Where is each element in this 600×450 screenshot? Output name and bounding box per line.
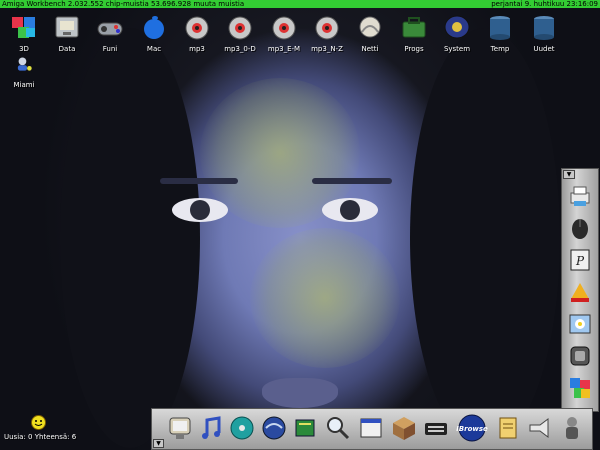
desktop-icon-data[interactable]: Data: [45, 14, 89, 53]
mouse-icon[interactable]: [567, 215, 593, 241]
right-dock: ▼ P: [561, 168, 599, 412]
magnifier-icon[interactable]: [324, 414, 352, 442]
apple-icon: [144, 16, 164, 39]
speaker-disk-icon: [315, 16, 339, 40]
printer-icon[interactable]: [567, 183, 593, 209]
backdrop-lips: [262, 378, 338, 408]
desktop-icon-label: 3D: [19, 45, 29, 53]
ball-icon[interactable]: [260, 414, 288, 442]
desktop-icon-mp3-e-m[interactable]: mp3_E-M: [262, 14, 306, 53]
bottom-dock-menu-arrow[interactable]: ▼: [153, 439, 164, 448]
speaker-disk-icon: [228, 16, 252, 40]
character-icon[interactable]: [558, 414, 586, 442]
desktop-icon-label: Uudet: [533, 45, 555, 53]
picture-viewer-icon[interactable]: [567, 311, 593, 337]
monitor-icon[interactable]: [166, 414, 194, 442]
toolbox-icon: [402, 17, 426, 38]
smiley-icon[interactable]: [31, 415, 46, 430]
trash-can-icon: [490, 16, 510, 40]
desktop-icon-label: Netti: [361, 45, 379, 53]
system-drive-icon: [444, 15, 470, 39]
desktop-icon-mac[interactable]: Mac: [132, 14, 176, 53]
backdrop-brow: [160, 178, 238, 184]
cubes-app-icon[interactable]: [567, 375, 593, 401]
window-icon[interactable]: [357, 414, 385, 442]
desktop-icon-label: mp3_E-M: [267, 45, 301, 53]
notepad-icon[interactable]: [494, 414, 522, 442]
desktop-icon-miami[interactable]: Miami: [2, 56, 46, 89]
network-user-icon: [17, 57, 32, 71]
desktop-icon-progs[interactable]: Progs: [392, 14, 436, 53]
mail-status: Uusia: 0 Yhteensä: 6: [4, 433, 77, 441]
screen-title-bar[interactable]: Amiga Workbench 2.032.552 chip-muistia 5…: [0, 0, 600, 8]
speaker-disk-icon: [272, 16, 296, 40]
desktop-icon-mp3[interactable]: mp3: [175, 14, 219, 53]
desktop-icon-label: Miami: [13, 81, 35, 89]
backdrop-eye: [172, 198, 228, 222]
speaker-disk-icon: [185, 16, 209, 40]
3d-cubes-icon: [12, 17, 35, 38]
cd-icon[interactable]: [228, 414, 256, 442]
desktop-backdrop: [0, 8, 600, 450]
ibrowse-label: IBrowse: [456, 425, 488, 433]
desktop-icon-mp3-n-z[interactable]: mp3_N-Z: [305, 14, 349, 53]
memory-status: Amiga Workbench 2.032.552 chip-muistia 5…: [2, 0, 245, 8]
desktop-icon-label: mp3_0-D: [224, 45, 256, 53]
data-drawer-icon: [55, 16, 79, 38]
gamepad-icon: [97, 22, 123, 36]
desktop-icon-label: System: [443, 45, 471, 53]
desktop-icon-label: Progs: [404, 45, 424, 53]
desktop-icon-temp[interactable]: Temp: [478, 14, 522, 53]
trash-can-icon: [534, 16, 554, 40]
desktop-icon-label: mp3: [189, 45, 205, 53]
svg-text:P: P: [575, 254, 585, 268]
desktop-icon-funi[interactable]: Funi: [88, 14, 132, 53]
desktop-icon-label: Data: [58, 45, 76, 53]
music-note-icon[interactable]: [197, 414, 225, 442]
backdrop-hair-right: [410, 28, 560, 448]
globe-hand-icon: [359, 16, 381, 38]
right-dock-menu-arrow[interactable]: ▼: [563, 170, 575, 179]
ibrowse-icon[interactable]: IBrowse: [454, 414, 490, 442]
desktop-icon-system[interactable]: System: [435, 14, 479, 53]
backdrop-hair-left: [60, 28, 200, 448]
megaphone-icon[interactable]: [526, 414, 554, 442]
desktop-icon-mp3-0-d[interactable]: mp3_0-D: [218, 14, 262, 53]
box-icon[interactable]: [390, 414, 418, 442]
desktop-icon-uudet[interactable]: Uudet: [522, 14, 566, 53]
bottom-dock: ▼ IBrowse: [151, 408, 593, 450]
backdrop-eye: [322, 198, 378, 222]
desktop-icon-netti[interactable]: Netti: [348, 14, 392, 53]
pagestream-icon[interactable]: P: [567, 247, 593, 273]
desktop-icon-label: Mac: [146, 45, 162, 53]
backdrop-brow: [312, 178, 392, 184]
shell-icon[interactable]: [567, 343, 593, 369]
desktop-icon-label: Temp: [490, 45, 510, 53]
desktop-icon-label: mp3_N-Z: [311, 45, 343, 53]
paint-program-icon[interactable]: [567, 279, 593, 305]
keyboard-icon[interactable]: [422, 414, 450, 442]
desktop-icon-3d[interactable]: 3D: [2, 14, 46, 53]
date-time: perjantai 9. huhtikuu 23:16:09: [491, 0, 598, 8]
book-icon[interactable]: [291, 414, 319, 442]
backdrop-tint: [250, 228, 400, 368]
desktop-icon-label: Funi: [102, 45, 118, 53]
